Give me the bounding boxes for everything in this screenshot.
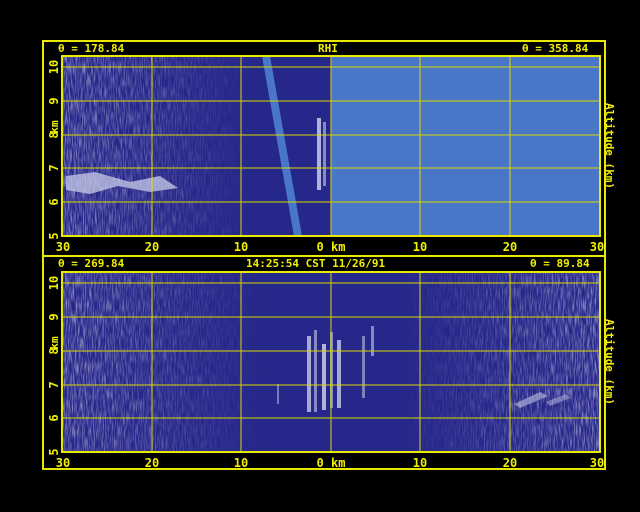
top-y-axis-label: Altitude (km) [603,103,616,189]
top-y-tick: 6 [47,198,61,205]
top-plot [61,55,601,237]
top-x-tick: 10 [234,240,248,254]
bottom-x-tick: 20 [145,456,159,470]
bottom-y-axis-label: Altitude (km) [603,319,616,405]
top-echo-streak [317,118,321,190]
bottom-x-tick: 30 [56,456,70,470]
bottom-y-tick: 10 [47,276,61,290]
top-x-tick: 10 [413,240,427,254]
bottom-plot [61,271,601,453]
top-x-ticks: 30 20 10 0 km 10 20 30 [56,240,604,254]
top-y-axis-unit: km [48,120,61,134]
top-no-data-region [331,56,600,236]
top-y-tick: 5 [47,232,61,239]
bottom-clutter-left [62,272,262,452]
bottom-x-tick: 20 [503,456,517,470]
top-y-ticks: 5 6 7 8 9 10 km [47,60,61,240]
bottom-x-tick: 10 [234,456,248,470]
bottom-y-tick: 9 [47,313,61,320]
top-y-tick: 9 [47,97,61,104]
bottom-y-tick: 7 [47,381,61,388]
bottom-x-tick: 10 [413,456,427,470]
bottom-y-axis-unit: km [48,336,61,350]
top-x-tick: 20 [145,240,159,254]
top-x-tick: 20 [503,240,517,254]
top-y-tick: 10 [47,60,61,74]
bottom-x-tick: 0 km [317,456,346,470]
bottom-y-tick: 6 [47,414,61,421]
bottom-x-ticks: 30 20 10 0 km 10 20 30 [56,456,604,470]
top-clutter-left [62,56,252,236]
top-x-tick: 30 [590,240,604,254]
bottom-clutter-right [400,272,600,452]
bottom-y-tick: 5 [47,448,61,455]
bottom-y-ticks: 5 6 7 8 9 10 km [47,276,61,456]
top-x-tick: 30 [56,240,70,254]
top-echo-streak [323,122,326,186]
top-x-tick: 0 km [317,240,346,254]
bottom-x-tick: 30 [590,456,604,470]
rhi-display: θ = 178.84 RHI θ = 358.84 θ = 269.84 14:… [0,0,640,512]
plots-svg: 5 6 7 8 9 10 km Altitude (km) 30 20 10 0… [47,55,616,470]
top-y-tick: 7 [47,164,61,171]
